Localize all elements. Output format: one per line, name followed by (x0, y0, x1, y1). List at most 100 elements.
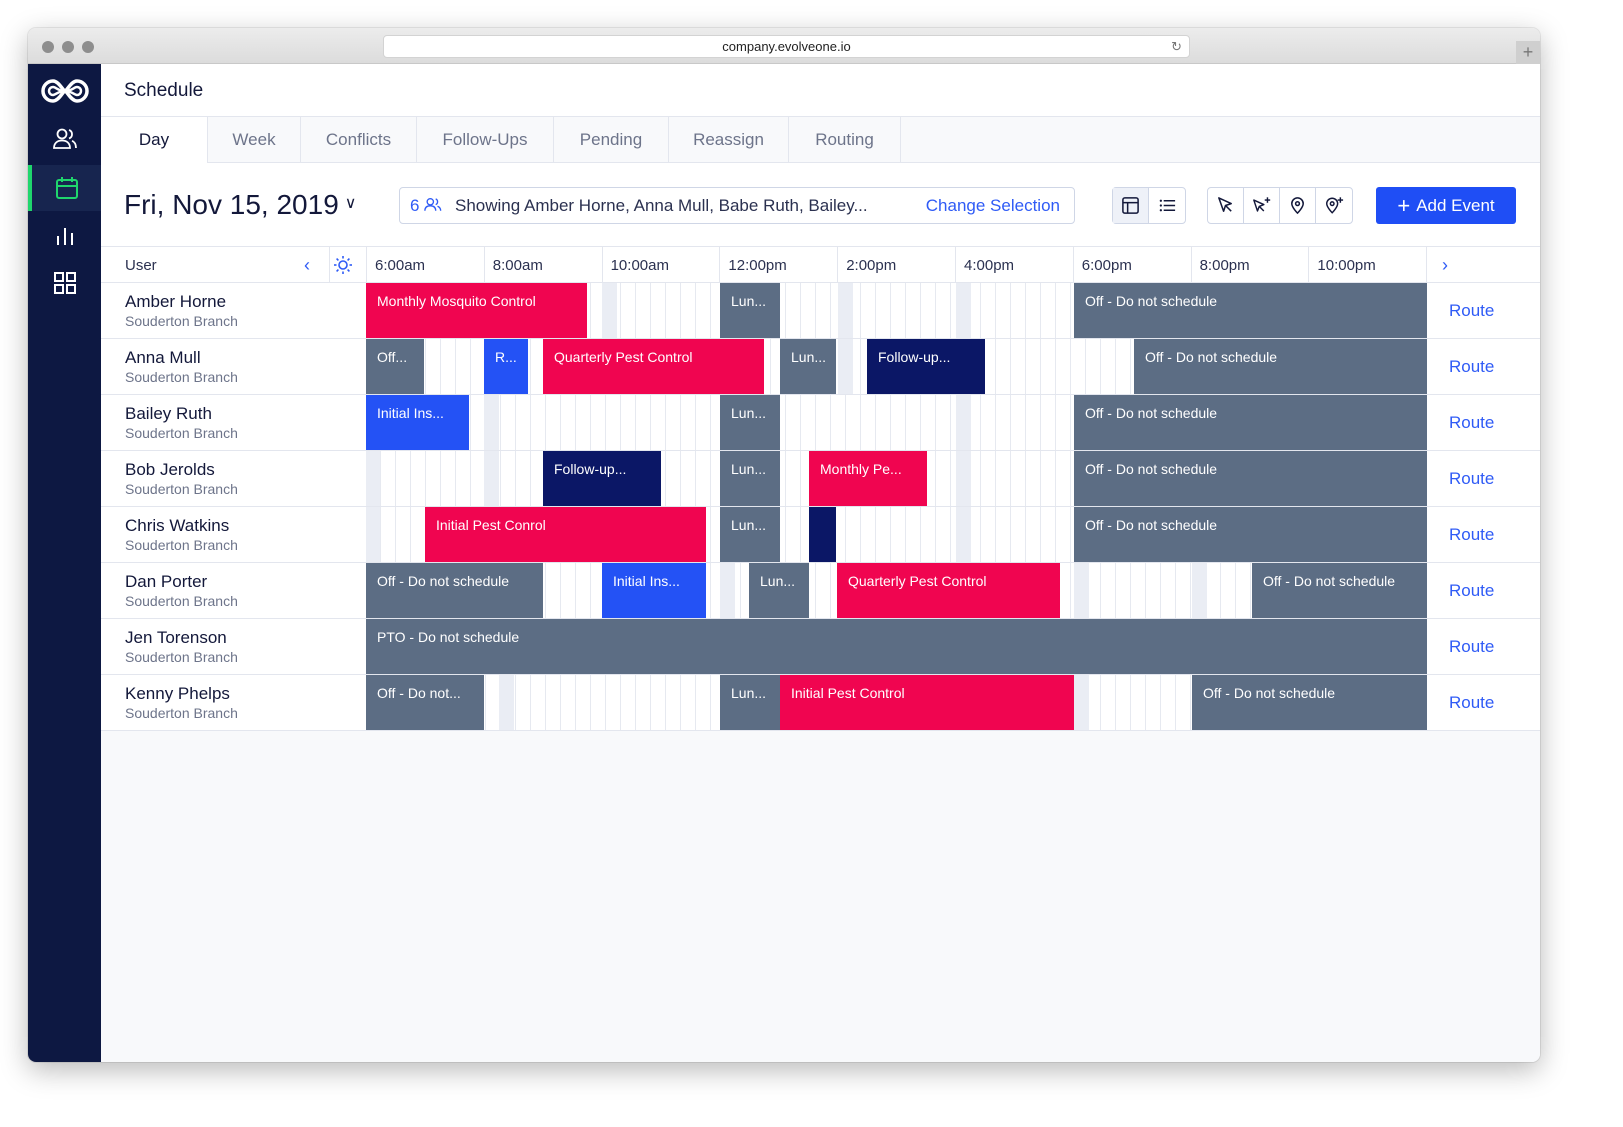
timeline-lane[interactable]: PTO - Do not schedule (366, 619, 1427, 674)
schedule-event[interactable]: Monthly Mosquito Control (366, 283, 587, 338)
schedule-event[interactable]: Quarterly Pest Control (543, 339, 764, 394)
user-name[interactable]: Chris Watkins (125, 516, 229, 536)
change-selection-link[interactable]: Change Selection (926, 196, 1060, 216)
timeline-lane[interactable]: Off - Do not schedule Initial Ins... Lun..… (366, 563, 1427, 618)
list-view-icon[interactable] (1149, 188, 1185, 223)
schedule-event[interactable]: Lun... (720, 507, 780, 562)
schedule-event[interactable]: PTO - Do not schedule (366, 619, 1427, 674)
schedule-event[interactable]: Lun... (720, 675, 780, 730)
user-name[interactable]: Bailey Ruth (125, 404, 212, 424)
pointer-icon[interactable] (1208, 188, 1244, 223)
pointer-add-icon[interactable] (1244, 188, 1280, 223)
blocked-slot (366, 451, 380, 506)
schedule-event[interactable]: Off - Do not... (366, 675, 484, 730)
sun-icon[interactable] (333, 255, 353, 280)
timeline-lane[interactable]: Off - Do not... Lun... Initial Pest Contro… (366, 675, 1427, 730)
user-name[interactable]: Jen Torenson (125, 628, 227, 648)
route-link[interactable]: Route (1449, 469, 1494, 489)
layout-view-icon[interactable] (1113, 188, 1149, 223)
header-divider (1072, 247, 1074, 283)
tab-routing[interactable]: Routing (789, 117, 901, 163)
minimize-window-dot[interactable] (62, 41, 74, 53)
schedule-event[interactable]: Off - Do not schedule (1134, 339, 1427, 394)
schedule-event[interactable]: Off - Do not schedule (1252, 563, 1427, 618)
people-icon[interactable] (28, 116, 101, 162)
schedule-event[interactable]: Quarterly Pest Control (837, 563, 1060, 618)
schedule-event[interactable]: Initial Ins... (366, 395, 469, 450)
new-tab-button[interactable]: + (1516, 41, 1540, 64)
time-label: 10:00am (610, 257, 669, 274)
user-name[interactable]: Amber Horne (125, 292, 226, 312)
grid-icon[interactable] (28, 260, 101, 306)
user-branch: Souderton Branch (125, 593, 238, 609)
tab-day[interactable]: Day (101, 117, 208, 164)
schedule-event[interactable]: Off - Do not schedule (366, 563, 543, 618)
route-link[interactable]: Route (1449, 357, 1494, 377)
tab-follow-ups[interactable]: Follow-Ups (417, 117, 554, 163)
schedule-event[interactable] (809, 507, 836, 562)
schedule-event[interactable]: Off... (366, 339, 424, 394)
user-branch: Souderton Branch (125, 369, 238, 385)
tab-conflicts[interactable]: Conflicts (301, 117, 417, 163)
schedule-event[interactable]: Off - Do not schedule (1192, 675, 1427, 730)
user-name[interactable]: Kenny Phelps (125, 684, 230, 704)
route-link[interactable]: Route (1449, 301, 1494, 321)
map-pin-add-icon[interactable] (1316, 188, 1352, 223)
schedule-event[interactable]: Monthly Pe... (809, 451, 927, 506)
tab-week[interactable]: Week (208, 117, 301, 163)
timeline-lane[interactable]: Monthly Mosquito Control Lun... Off - Do n… (366, 283, 1427, 338)
user-name[interactable]: Bob Jerolds (125, 460, 215, 480)
header-divider (1308, 247, 1310, 283)
maximize-window-dot[interactable] (82, 41, 94, 53)
main-content: Schedule Day Week Conflicts Follow-Ups P… (101, 64, 1540, 1062)
timeline-lane[interactable]: Off... R... Quarterly Pest Control Lun... Fo… (366, 339, 1427, 394)
blocked-slot (1074, 563, 1089, 618)
schedule-event[interactable]: Off - Do not schedule (1074, 507, 1427, 562)
schedule-event[interactable]: Lun... (720, 451, 780, 506)
calendar-icon[interactable] (28, 165, 101, 211)
add-event-button[interactable]: + Add Event (1376, 187, 1516, 224)
browser-titlebar: company.evolveone.io ↻ + (28, 28, 1540, 64)
route-link[interactable]: Route (1449, 581, 1494, 601)
schedule-event[interactable]: Lun... (720, 395, 780, 450)
schedule-event[interactable]: Follow-up... (543, 451, 661, 506)
table-row: Anna Mull Souderton Branch Off... R... Quart… (101, 339, 1540, 395)
schedule-event[interactable]: Initial Pest Control (780, 675, 1074, 730)
chevron-right-icon[interactable]: › (1442, 255, 1448, 276)
bar-chart-icon[interactable] (28, 213, 101, 259)
schedule-event[interactable]: Initial Pest Conrol (425, 507, 706, 562)
schedule-event[interactable]: Follow-up... (867, 339, 985, 394)
user-branch: Souderton Branch (125, 649, 238, 665)
user-branch: Souderton Branch (125, 481, 238, 497)
user-name[interactable]: Anna Mull (125, 348, 201, 368)
schedule-event[interactable]: Off - Do not schedule (1074, 283, 1427, 338)
timeline-lane[interactable]: Initial Pest Conrol Lun... Off - Do not sc… (366, 507, 1427, 562)
timeline-lane[interactable]: Initial Ins... Lun... Off - Do not schedul… (366, 395, 1427, 450)
reload-icon[interactable]: ↻ (1171, 36, 1182, 57)
schedule-event[interactable]: Initial Ins... (602, 563, 706, 618)
schedule-event[interactable]: Off - Do not schedule (1074, 451, 1427, 506)
chevron-down-icon: ∨ (344, 195, 357, 212)
schedule-event[interactable]: Off - Do not schedule (1074, 395, 1427, 450)
date-picker[interactable]: Fri, Nov 15, 2019 ∨ (124, 189, 357, 221)
route-link[interactable]: Route (1449, 413, 1494, 433)
close-window-dot[interactable] (42, 41, 54, 53)
chevron-left-icon[interactable]: ‹ (304, 255, 310, 276)
blocked-slot (484, 395, 499, 450)
schedule-event[interactable]: Lun... (720, 283, 780, 338)
schedule-event[interactable]: Lun... (749, 563, 809, 618)
schedule-event[interactable]: R... (484, 339, 528, 394)
tab-pending[interactable]: Pending (554, 117, 669, 163)
route-link[interactable]: Route (1449, 637, 1494, 657)
map-pin-icon[interactable] (1280, 188, 1316, 223)
sidebar (28, 64, 101, 1062)
schedule-event[interactable]: Lun... (780, 339, 836, 394)
address-bar[interactable]: company.evolveone.io ↻ (383, 35, 1190, 58)
logo-icon[interactable] (28, 68, 101, 114)
route-link[interactable]: Route (1449, 525, 1494, 545)
time-label: 10:00pm (1317, 257, 1376, 274)
route-link[interactable]: Route (1449, 693, 1494, 713)
user-name[interactable]: Dan Porter (125, 572, 207, 592)
tab-reassign[interactable]: Reassign (669, 117, 789, 163)
timeline-lane[interactable]: Follow-up... Lun... Monthly Pe... Off - Do … (366, 451, 1427, 506)
